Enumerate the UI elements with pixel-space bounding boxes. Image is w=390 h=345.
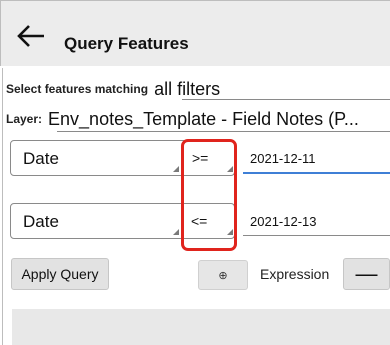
layer-label: Layer: <box>6 112 43 126</box>
apply-query-button[interactable]: Apply Query <box>11 258 109 290</box>
results-list-area <box>12 309 390 345</box>
add-filter-button[interactable]: ⊕ <box>198 260 248 290</box>
dropdown-corner-icon <box>173 229 179 235</box>
layer-row: Layer: Env_notes_Template - Field Notes … <box>6 108 359 130</box>
date-input-underline-active <box>243 172 390 174</box>
match-dropdown-underline <box>182 99 390 100</box>
filter-field-value: Date <box>23 212 59 231</box>
back-arrow-icon[interactable] <box>16 23 46 49</box>
dropdown-corner-icon <box>173 166 179 172</box>
match-label: Select features matching <box>6 82 149 96</box>
operator-highlight-box <box>181 139 237 251</box>
filter-date-input[interactable]: 2021-12-13 <box>250 214 317 229</box>
layer-dropdown-underline <box>57 131 390 132</box>
filter-date-input[interactable]: 2021-12-11 <box>250 151 316 166</box>
match-dropdown[interactable]: all filters <box>154 79 220 100</box>
match-row: Select features matching all filters <box>6 79 220 99</box>
minus-icon: — <box>355 261 378 286</box>
circled-plus-icon: ⊕ <box>218 269 228 282</box>
layer-dropdown[interactable]: Env_notes_Template - Field Notes (P... <box>48 109 359 130</box>
expression-label[interactable]: Expression <box>260 266 329 282</box>
page-title: Query Features <box>64 34 189 53</box>
filter-field-value: Date <box>23 149 59 168</box>
date-input-underline <box>243 235 390 236</box>
remove-filter-button[interactable]: — <box>343 258 390 290</box>
app-header: Query Features <box>0 0 390 66</box>
